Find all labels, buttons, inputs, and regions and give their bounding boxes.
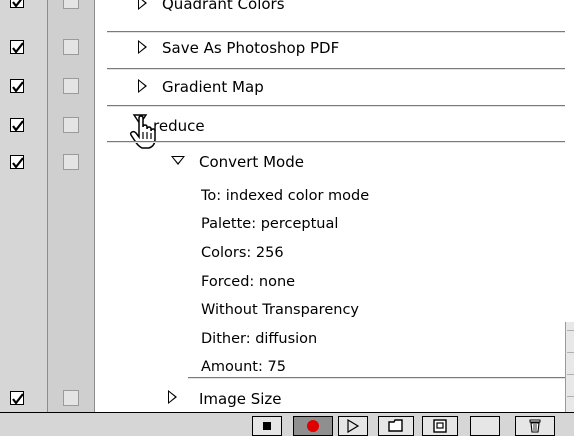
new-action-icon [433, 419, 447, 433]
toggle-item-column [0, 0, 47, 436]
dialog-toggle[interactable] [63, 78, 79, 94]
delete-button[interactable] [515, 416, 555, 436]
collapsed-triangle-icon[interactable] [168, 390, 177, 404]
param-text: Palette: perceptual [201, 216, 339, 232]
new-set-icon [388, 419, 403, 432]
new-set-button[interactable] [378, 416, 414, 436]
actions-palette: Quadrant Colors Save As Photoshop PDF Gr… [0, 0, 574, 436]
expanded-triangle-icon[interactable] [171, 156, 185, 165]
collapsed-triangle-icon[interactable] [138, 40, 147, 54]
row-divider-shadow [107, 32, 565, 33]
item-checkbox[interactable] [10, 155, 24, 169]
item-checkbox[interactable] [10, 0, 24, 8]
pointing-hand-cursor-icon [129, 114, 156, 149]
action-label: Gradient Map [162, 78, 264, 96]
scrollbar[interactable] [565, 322, 574, 412]
item-checkbox[interactable] [10, 118, 24, 132]
play-button[interactable] [338, 416, 368, 436]
dialog-toggle[interactable] [63, 117, 79, 133]
stop-icon [263, 422, 271, 430]
item-checkbox[interactable] [10, 40, 24, 54]
delete-icon [529, 419, 541, 433]
param-text: Colors: 256 [201, 245, 284, 261]
action-label: Save As Photoshop PDF [162, 39, 340, 57]
row-divider-shadow [107, 142, 565, 143]
collapsed-triangle-icon[interactable] [138, 0, 147, 10]
dialog-toggle[interactable] [63, 39, 79, 55]
stop-button[interactable] [252, 416, 282, 436]
dialog-toggle[interactable] [63, 0, 79, 9]
column-divider [94, 0, 95, 412]
column-divider [47, 0, 48, 412]
palette-toolbar [0, 412, 574, 436]
param-text: Dither: diffusion [201, 331, 318, 347]
dialog-separator [470, 416, 500, 436]
param-text: To: indexed color mode [201, 188, 370, 204]
action-label: Quadrant Colors [162, 0, 285, 13]
play-icon [347, 419, 360, 433]
action-label: reduce [153, 117, 205, 135]
param-text: Without Transparency [201, 302, 359, 318]
toggle-dialog-column [47, 0, 94, 436]
new-action-button[interactable] [422, 416, 458, 436]
command-label: Convert Mode [199, 153, 304, 171]
item-checkbox[interactable] [10, 391, 24, 405]
record-button[interactable] [293, 416, 333, 436]
dialog-toggle[interactable] [63, 390, 79, 406]
item-checkbox[interactable] [10, 79, 24, 93]
action-label: Image Size [199, 390, 282, 408]
param-text: Forced: none [201, 274, 296, 290]
collapsed-triangle-icon[interactable] [138, 79, 147, 93]
row-divider-shadow [107, 69, 565, 70]
row-divider-shadow [188, 378, 565, 379]
param-text: Amount: 75 [201, 359, 286, 375]
record-icon [307, 420, 319, 432]
row-divider-shadow [107, 106, 565, 107]
dialog-toggle[interactable] [63, 154, 79, 170]
